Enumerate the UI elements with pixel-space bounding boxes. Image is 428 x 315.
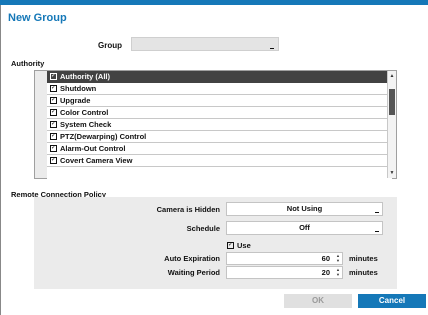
checkbox-icon[interactable]: ✓	[50, 73, 57, 80]
checkbox-icon[interactable]: ✓	[50, 85, 57, 92]
spinner-arrows-icon[interactable]: ▲ ▼	[336, 253, 340, 263]
authority-scrollbar[interactable]: ▲ ▼	[387, 71, 396, 178]
spinner-arrows-icon[interactable]: ▲ ▼	[336, 267, 340, 277]
waiting-period-value: 20	[321, 268, 330, 277]
group-label: Group	[98, 41, 122, 50]
cancel-button[interactable]: Cancel	[358, 294, 426, 308]
dialog-left-border	[0, 5, 1, 315]
authority-item[interactable]: ✓ Authority (All)	[47, 71, 392, 83]
schedule-dropdown[interactable]: Off	[226, 221, 383, 235]
use-label: Use	[237, 241, 251, 250]
authority-item[interactable]: ✓ Upgrade	[47, 95, 392, 107]
checkbox-icon[interactable]: ✓	[50, 133, 57, 140]
dialog-title: New Group	[8, 12, 67, 24]
authority-list-box: ✓ Authority (All) ✓ Shutdown ✓ Upgrade ✓ Color …	[34, 70, 397, 179]
input-caret	[270, 48, 274, 49]
scroll-up-icon[interactable]: ▲	[388, 72, 396, 80]
authority-item[interactable]: ✓ PTZ(Dewarping) Control	[47, 131, 392, 143]
authority-item-label: PTZ(Dewarping) Control	[60, 131, 147, 141]
checkbox-icon[interactable]: ✓	[227, 242, 234, 249]
authority-item-label: Covert Camera View	[60, 155, 133, 165]
authority-item-label: Alarm-Out Control	[60, 143, 126, 153]
checkbox-icon[interactable]: ✓	[50, 109, 57, 116]
authority-item-label: Color Control	[60, 107, 109, 117]
group-name-input[interactable]	[131, 37, 279, 51]
checkbox-icon[interactable]: ✓	[50, 97, 57, 104]
authority-item[interactable]: ✓ Color Control	[47, 107, 392, 119]
camera-hidden-label: Camera is Hidden	[156, 205, 220, 214]
dialog-top-bar	[0, 0, 428, 5]
schedule-label: Schedule	[186, 224, 220, 233]
authority-item[interactable]: ✓ System Check	[47, 119, 392, 131]
use-checkbox[interactable]: ✓ Use	[227, 241, 251, 250]
ok-button[interactable]: OK	[284, 294, 352, 308]
authority-item-label: Authority (All)	[60, 71, 110, 81]
auto-expiration-spinner[interactable]: 60 ▲ ▼	[226, 252, 343, 265]
waiting-period-unit: minutes	[349, 268, 378, 277]
scroll-thumb[interactable]	[389, 89, 395, 115]
checkbox-icon[interactable]: ✓	[50, 157, 57, 164]
checkbox-icon[interactable]: ✓	[50, 145, 57, 152]
dropdown-caret	[375, 212, 379, 213]
authority-section-title: Authority	[11, 59, 45, 68]
authority-item-label: Shutdown	[60, 83, 97, 93]
authority-item-label: Upgrade	[60, 95, 91, 105]
camera-hidden-dropdown[interactable]: Not Using	[226, 202, 383, 216]
auto-expiration-value: 60	[321, 254, 330, 263]
authority-item[interactable]: ✓ Shutdown	[47, 83, 392, 95]
dropdown-caret	[375, 231, 379, 232]
auto-expiration-unit: minutes	[349, 254, 378, 263]
waiting-period-label: Waiting Period	[167, 268, 220, 277]
authority-item[interactable]: ✓ Covert Camera View	[47, 155, 392, 167]
scroll-down-icon[interactable]: ▼	[388, 169, 396, 177]
authority-item-label: System Check	[60, 119, 112, 129]
waiting-period-spinner[interactable]: 20 ▲ ▼	[226, 266, 343, 279]
camera-hidden-value: Not Using	[286, 204, 323, 213]
checkbox-icon[interactable]: ✓	[50, 121, 57, 128]
schedule-value: Off	[299, 223, 310, 232]
authority-item[interactable]: ✓ Alarm-Out Control	[47, 143, 392, 155]
authority-list: ✓ Authority (All) ✓ Shutdown ✓ Upgrade ✓ Color …	[47, 71, 392, 179]
auto-expiration-label: Auto Expiration	[164, 254, 220, 263]
